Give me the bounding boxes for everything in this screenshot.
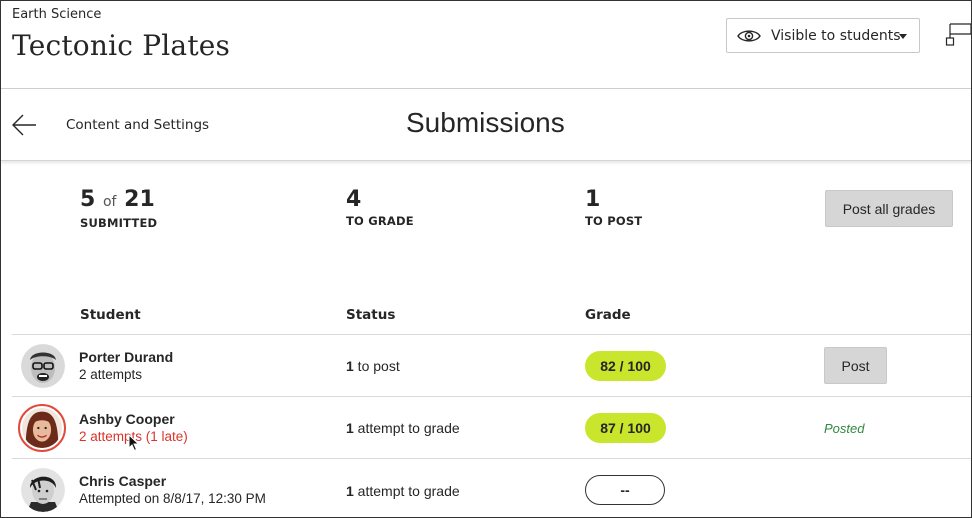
arrow-left-icon[interactable]: [11, 113, 37, 137]
post-all-grades-button[interactable]: Post all grades: [825, 190, 953, 227]
status-text: 1 attempt to grade: [346, 483, 460, 499]
grade-column-header[interactable]: Grade: [585, 307, 631, 323]
submitted-stat: 5 of 21 SUBMITTED: [80, 187, 157, 230]
table-row: Porter Durand 2 attempts 1 to post 82 / …: [1, 335, 971, 397]
avatar: [21, 468, 65, 512]
status-text: 1 attempt to grade: [346, 420, 460, 436]
to-post-stat: 1 TO POST: [585, 187, 642, 228]
submitted-total: 21: [124, 187, 155, 212]
status-count: 1: [346, 358, 354, 374]
student-attempt-date: Attempted on 8/8/17, 12:30 PM: [79, 491, 266, 506]
avatar-chris-image: [21, 468, 65, 512]
mouse-cursor-icon: [128, 434, 140, 452]
avatar: [21, 344, 65, 388]
post-button[interactable]: Post: [824, 347, 887, 384]
content-settings-link[interactable]: Content and Settings: [66, 117, 209, 133]
avatar: [18, 404, 66, 452]
student-name[interactable]: Chris Casper: [79, 473, 166, 489]
grade-pill[interactable]: 87 / 100: [585, 413, 666, 443]
visibility-label: Visible to students: [771, 27, 901, 44]
student-name[interactable]: Porter Durand: [79, 349, 173, 365]
table-row: Chris Casper Attempted on 8/8/17, 12:30 …: [1, 459, 971, 517]
grade-pill-empty[interactable]: --: [585, 475, 665, 505]
chevron-down-icon: [899, 34, 907, 39]
status-label: to post: [353, 358, 400, 374]
grade-pill[interactable]: 82 / 100: [585, 351, 666, 381]
to-grade-caption: TO GRADE: [346, 214, 414, 228]
to-grade-count: 4: [346, 187, 362, 212]
status-label: attempt to grade: [353, 420, 460, 436]
to-post-count: 1: [585, 187, 601, 212]
status-column-header[interactable]: Status: [346, 307, 395, 323]
submitted-caption: SUBMITTED: [80, 216, 158, 230]
page-title: Tectonic Plates: [12, 29, 231, 62]
submissions-navbar: Content and Settings Submissions: [1, 89, 971, 161]
flag-icon[interactable]: [945, 21, 972, 49]
course-name: Earth Science: [12, 7, 102, 22]
to-post-caption: TO POST: [585, 214, 643, 228]
status-count: 1: [346, 420, 354, 436]
status-text: 1 to post: [346, 358, 400, 374]
posted-label: Posted: [824, 421, 865, 436]
student-name[interactable]: Ashby Cooper: [79, 411, 175, 427]
table-row: Ashby Cooper 2 attempts (1 late) 1 attem…: [1, 397, 971, 459]
status-label: attempt to grade: [353, 483, 460, 499]
visibility-dropdown[interactable]: Visible to students: [726, 18, 920, 53]
of-label: of: [102, 194, 117, 210]
avatar-porter-image: [21, 344, 65, 388]
avatar-ashby-image: [22, 408, 62, 448]
student-attempts: 2 attempts: [79, 367, 143, 382]
eye-icon: [737, 29, 761, 42]
course-header: Earth Science Tectonic Plates Visible to…: [1, 1, 971, 89]
student-column-header[interactable]: Student: [80, 307, 141, 323]
section-title: Submissions: [406, 107, 565, 138]
submitted-count: 5: [80, 187, 96, 212]
to-grade-stat: 4 TO GRADE: [346, 187, 414, 228]
status-count: 1: [346, 483, 354, 499]
app-frame: Earth Science Tectonic Plates Visible to…: [0, 0, 972, 518]
